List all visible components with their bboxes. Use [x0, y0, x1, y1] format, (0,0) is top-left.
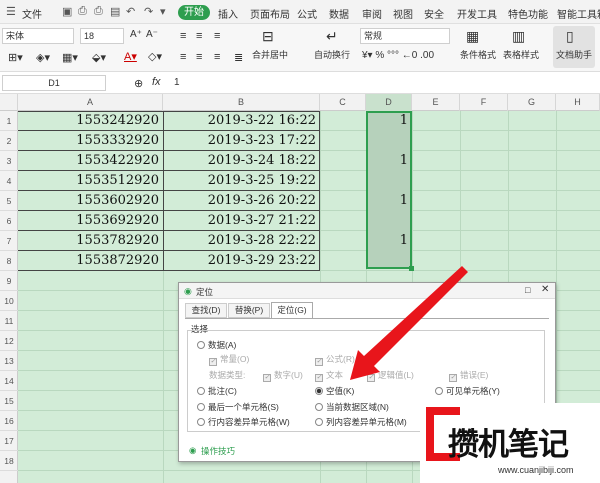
watermark-url: www.cuanjibiji.com [498, 465, 574, 475]
watermark-title: 攒机笔记 [448, 427, 569, 462]
watermark: 攒机笔记 www.cuanjibiji.com [420, 403, 600, 483]
